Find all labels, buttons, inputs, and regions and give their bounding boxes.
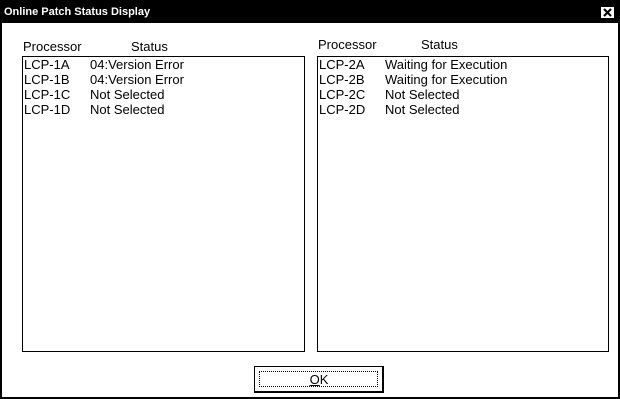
ok-button[interactable]: OK [254,366,384,393]
window-title: Online Patch Status Display [4,6,151,18]
status-cell: Waiting for Execution [385,72,508,87]
left-status-header: Status [131,39,168,54]
processor-cell: LCP-1D [24,102,71,117]
list-item[interactable]: LCP-2A Waiting for Execution [318,57,608,72]
left-processor-list[interactable]: LCP-1A 04:Version Error LCP-1B 04:Versio… [22,56,305,352]
status-cell: 04:Version Error [90,72,184,87]
right-processor-list[interactable]: LCP-2A Waiting for Execution LCP-2B Wait… [317,56,609,352]
processor-cell: LCP-2B [319,72,365,87]
status-cell: 04:Version Error [90,57,184,72]
list-item[interactable]: LCP-1D Not Selected [23,102,304,117]
right-status-header: Status [421,37,458,52]
processor-cell: LCP-2D [319,102,366,117]
list-item[interactable]: LCP-1C Not Selected [23,87,304,102]
status-cell: Not Selected [385,87,460,102]
online-patch-status-dialog: Online Patch Status Display Processor St… [0,0,620,399]
close-button[interactable] [600,6,615,19]
processor-cell: LCP-2A [319,57,365,72]
close-icon [603,8,612,17]
list-item[interactable]: LCP-1A 04:Version Error [23,57,304,72]
right-processor-header: Processor [318,37,377,52]
ok-button-label: OK [255,372,383,387]
list-item[interactable]: LCP-2D Not Selected [318,102,608,117]
status-cell: Not Selected [90,87,165,102]
list-item[interactable]: LCP-2B Waiting for Execution [318,72,608,87]
processor-cell: LCP-1B [24,72,70,87]
processor-cell: LCP-1A [24,57,70,72]
list-item[interactable]: LCP-1B 04:Version Error [23,72,304,87]
status-cell: Not Selected [90,102,165,117]
left-processor-header: Processor [23,39,82,54]
title-bar[interactable]: Online Patch Status Display [2,2,618,23]
processor-cell: LCP-2C [319,87,366,102]
ok-label-rest: K [319,372,329,387]
status-cell: Not Selected [385,102,460,117]
ok-mnemonic: O [309,372,320,387]
status-cell: Waiting for Execution [385,57,508,72]
processor-cell: LCP-1C [24,87,71,102]
list-item[interactable]: LCP-2C Not Selected [318,87,608,102]
